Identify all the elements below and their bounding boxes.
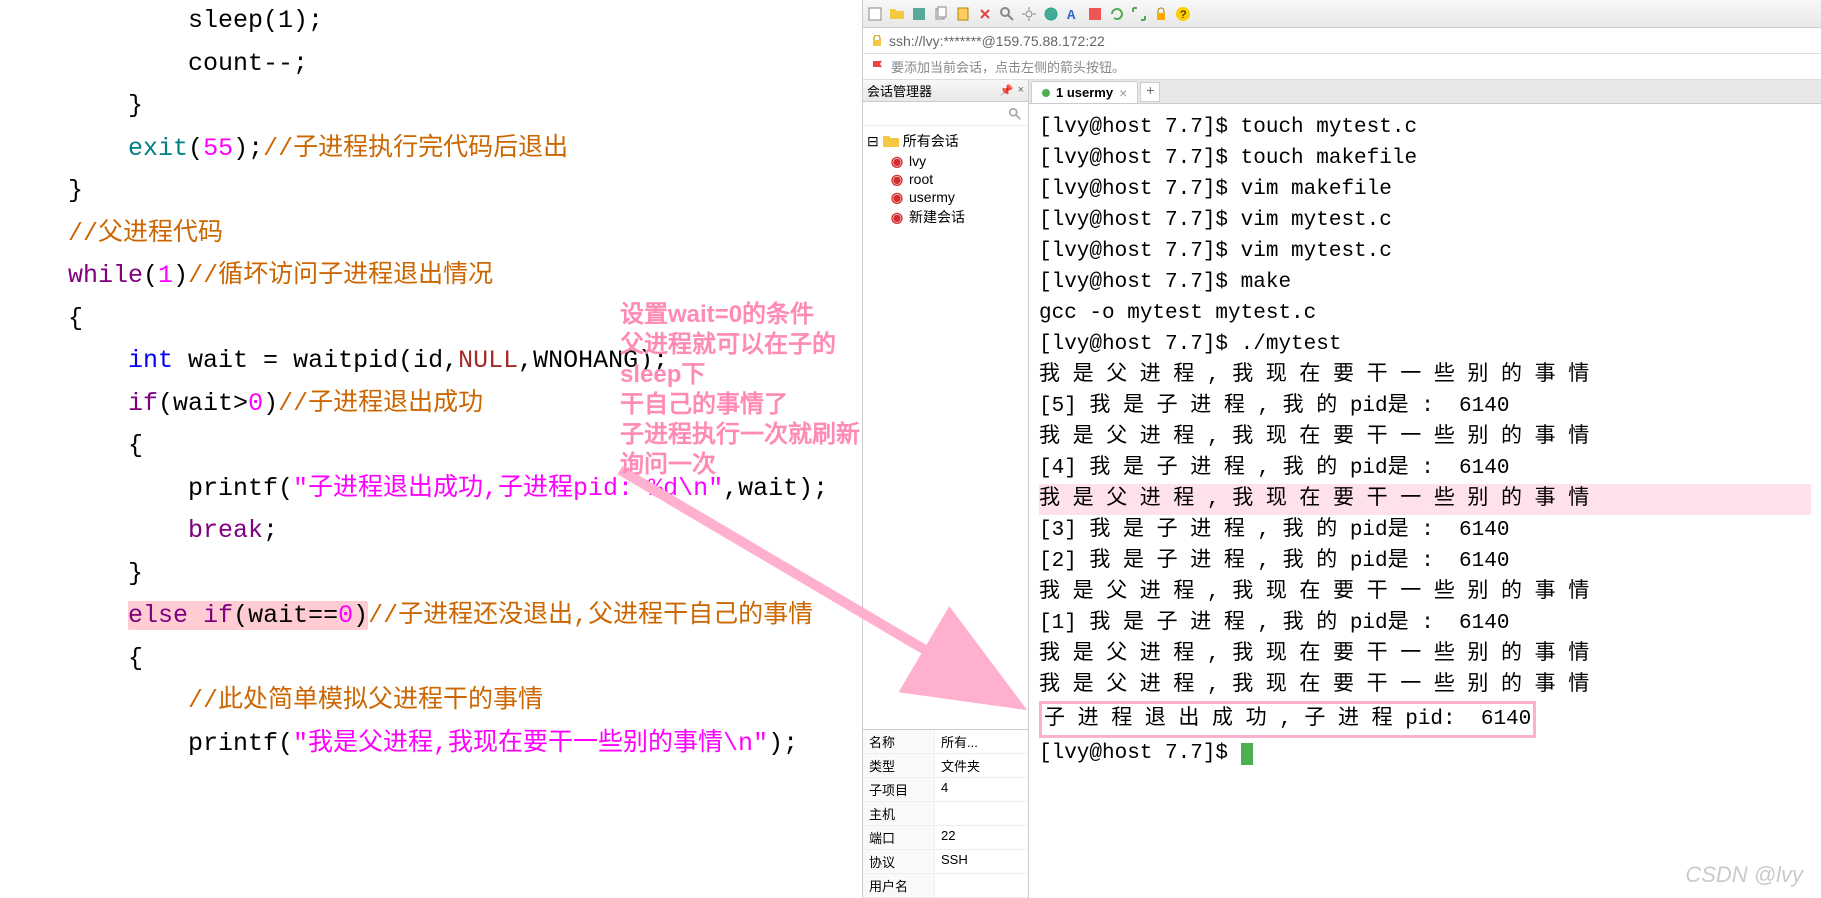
term-line: 我 是 父 进 程 , 我 现 在 要 干 一 些 别 的 事 情: [1039, 422, 1811, 453]
watermark: CSDN @lvy: [1685, 859, 1803, 890]
new-icon[interactable]: [867, 6, 883, 22]
tree-root[interactable]: ⊟ 所有会话: [867, 130, 1024, 152]
address-bar: ssh://lvy:*******@159.75.88.172:22: [863, 28, 1821, 54]
term-line: [lvy@host 7.7]$ vim makefile: [1039, 174, 1811, 205]
code-line: {: [8, 298, 854, 341]
sidebar-title: 会话管理器: [867, 81, 932, 100]
address-text: ssh://lvy:*******@159.75.88.172:22: [889, 33, 1105, 49]
terminal-cursor: [1241, 743, 1253, 765]
lock-icon: [871, 35, 883, 47]
code-line: sleep(1);: [8, 0, 854, 43]
code-line: }: [8, 170, 854, 213]
term-line: [lvy@host 7.7]$ make: [1039, 267, 1811, 298]
tab-bar: 1 usermy × +: [1029, 80, 1821, 104]
svg-text:?: ?: [1180, 10, 1187, 22]
tab-close-icon[interactable]: ×: [1119, 85, 1127, 101]
settings-icon[interactable]: [1021, 6, 1037, 22]
term-line: [lvy@host 7.7]$ touch makefile: [1039, 143, 1811, 174]
tree-item-usermy[interactable]: ◉usermy: [867, 188, 1024, 206]
sidebar-header: 会话管理器 📌 ×: [863, 80, 1028, 102]
tab-label: 1 usermy: [1056, 85, 1113, 100]
code-editor[interactable]: sleep(1); count--; } exit(55);//子进程执行完代码…: [0, 0, 862, 898]
session-tree: ⊟ 所有会话 ◉lvy ◉root ◉usermy ◉新建会话: [863, 126, 1028, 729]
tab-usermy[interactable]: 1 usermy ×: [1031, 81, 1138, 103]
tab-add-button[interactable]: +: [1140, 82, 1160, 102]
term-line: 我 是 父 进 程 , 我 现 在 要 干 一 些 别 的 事 情: [1039, 360, 1811, 391]
tree-item-root[interactable]: ◉root: [867, 170, 1024, 188]
session-sidebar: 会话管理器 📌 × ⊟ 所有会话 ◉lvy ◉root: [863, 80, 1029, 898]
refresh-icon[interactable]: [1109, 6, 1125, 22]
tree-item-lvy[interactable]: ◉lvy: [867, 152, 1024, 170]
terminal-area: 1 usermy × + [lvy@host 7.7]$ touch mytes…: [1029, 80, 1821, 898]
term-line: gcc -o mytest mytest.c: [1039, 298, 1811, 329]
term-line: [lvy@host 7.7]$ vim mytest.c: [1039, 236, 1811, 267]
term-line: 我 是 父 进 程 , 我 现 在 要 干 一 些 别 的 事 情: [1039, 670, 1811, 701]
code-line: printf("子进程退出成功,子进程pid: %d\n",wait);: [8, 468, 854, 511]
lock-toolbar-icon[interactable]: [1153, 6, 1169, 22]
term-line: [2] 我 是 子 进 程 , 我 的 pid是 : 6140: [1039, 546, 1811, 577]
copy-icon[interactable]: [933, 6, 949, 22]
code-line: //父进程代码: [8, 213, 854, 256]
term-line: [1] 我 是 子 进 程 , 我 的 pid是 : 6140: [1039, 608, 1811, 639]
code-line: count--;: [8, 43, 854, 86]
term-line: [lvy@host 7.7]$ vim mytest.c: [1039, 205, 1811, 236]
term-line: 我 是 父 进 程 , 我 现 在 要 干 一 些 别 的 事 情: [1039, 484, 1811, 515]
pin-icon[interactable]: 📌: [1000, 84, 1014, 97]
term-line: [5] 我 是 子 进 程 , 我 的 pid是 : 6140: [1039, 391, 1811, 422]
term-line: [lvy@host 7.7]$ ./mytest: [1039, 329, 1811, 360]
code-line: break;: [8, 510, 854, 553]
code-line: while(1)//循坏访问子进程退出情况: [8, 255, 854, 298]
terminal[interactable]: [lvy@host 7.7]$ touch mytest.c [lvy@host…: [1029, 104, 1821, 898]
font-icon[interactable]: A: [1065, 6, 1081, 22]
code-line: else if(wait==0)//子进程还没退出,父进程干自己的事情: [8, 595, 854, 638]
save-icon[interactable]: [911, 6, 927, 22]
term-line: 子 进 程 退 出 成 功 , 子 进 程 pid: 6140: [1039, 701, 1811, 738]
search-icon[interactable]: [1008, 107, 1022, 121]
open-icon[interactable]: [889, 6, 905, 22]
code-line: {: [8, 638, 854, 681]
term-line: [lvy@host 7.7]$: [1039, 738, 1811, 769]
fullscreen-icon[interactable]: [1131, 6, 1147, 22]
term-line: [3] 我 是 子 进 程 , 我 的 pid是 : 6140: [1039, 515, 1811, 546]
term-line: 我 是 父 进 程 , 我 现 在 要 干 一 些 别 的 事 情: [1039, 639, 1811, 670]
code-line: }: [8, 553, 854, 596]
code-line: printf("我是父进程,我现在要干一些别的事情\n");: [8, 723, 854, 766]
code-line: //此处简单模拟父进程干的事情: [8, 680, 854, 723]
code-line: {: [8, 425, 854, 468]
code-line: }: [8, 85, 854, 128]
code-line: exit(55);//子进程执行完代码后退出: [8, 128, 854, 171]
search-icon[interactable]: [999, 6, 1015, 22]
close-icon[interactable]: ×: [1018, 84, 1024, 97]
term-line: [lvy@host 7.7]$ touch mytest.c: [1039, 112, 1811, 143]
code-line: if(wait>0)//子进程退出成功: [8, 383, 854, 426]
globe-icon[interactable]: [1043, 6, 1059, 22]
hint-text: 要添加当前会话，点击左侧的箭头按钮。: [891, 57, 1125, 76]
svg-text:A: A: [1067, 8, 1076, 22]
toolbar: A ?: [863, 0, 1821, 28]
ssh-client-panel: A ? ssh://lvy:*******@159.75.88.172:22 要…: [862, 0, 1821, 898]
term-line: [4] 我 是 子 进 程 , 我 的 pid是 : 6140: [1039, 453, 1811, 484]
color-icon[interactable]: [1087, 6, 1103, 22]
sidebar-search: [863, 102, 1028, 126]
hint-bar: 要添加当前会话，点击左侧的箭头按钮。: [863, 54, 1821, 80]
tree-item-newsession[interactable]: ◉新建会话: [867, 206, 1024, 228]
term-line: 我 是 父 进 程 , 我 现 在 要 干 一 些 别 的 事 情: [1039, 577, 1811, 608]
paste-icon[interactable]: [955, 6, 971, 22]
help-icon[interactable]: ?: [1175, 6, 1191, 22]
tab-status-dot: [1042, 89, 1050, 97]
cut-icon[interactable]: [977, 6, 993, 22]
flag-icon: [871, 60, 885, 74]
session-properties: 名称所有... 类型文件夹 子项目4 主机 端口22 协议SSH 用户名: [863, 729, 1028, 898]
code-line: int wait = waitpid(id,NULL,WNOHANG);: [8, 340, 854, 383]
